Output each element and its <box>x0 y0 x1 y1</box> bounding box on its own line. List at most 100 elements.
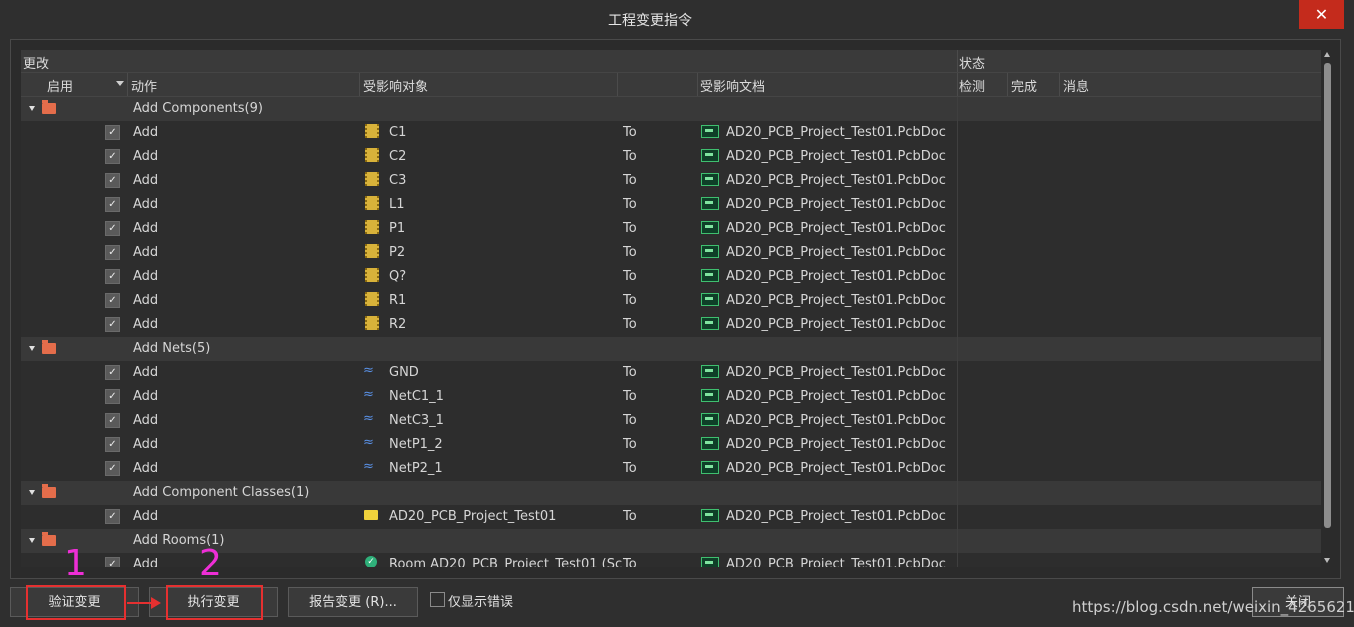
column-divider <box>127 73 128 96</box>
enable-checkbox[interactable]: ✓ <box>105 317 120 332</box>
to-text: To <box>623 269 637 284</box>
column-header-affected-document[interactable]: 受影响文档 <box>700 76 765 95</box>
pcb-document-icon <box>701 365 719 378</box>
change-row[interactable]: ✓ Add P2 To AD20_PCB_Project_Test01.PcbDoc <box>21 241 1321 265</box>
change-row[interactable]: ✓ Add ≈ GND To AD20_PCB_Project_Test01.PcbDoc <box>21 361 1321 385</box>
enable-checkbox[interactable]: ✓ <box>105 149 120 164</box>
change-row[interactable]: ✓ Add AD20_PCB_Project_Test01 To AD20_PCB_Pr… <box>21 505 1321 529</box>
action-text: Add <box>133 197 159 212</box>
column-header-enable[interactable]: 启用 <box>47 76 73 95</box>
column-header-row: 启用 动作 受影响对象 受影响文档 检测 完成 消息 <box>21 73 1321 97</box>
enable-checkbox[interactable]: ✓ <box>105 413 120 428</box>
component-icon <box>365 124 379 138</box>
component-icon <box>365 148 379 162</box>
affected-document-text: AD20_PCB_Project_Test01.PcbDoc <box>726 149 946 164</box>
sort-down-icon[interactable] <box>116 81 124 86</box>
scroll-down-icon[interactable] <box>1324 558 1330 563</box>
column-header-check[interactable]: 检测 <box>959 76 985 95</box>
affected-object-text: AD20_PCB_Project_Test01 <box>389 509 557 524</box>
group-header-row: 更改 状态 <box>21 50 1321 73</box>
affected-object-text: NetC1_1 <box>389 389 444 404</box>
column-header-action[interactable]: 动作 <box>131 76 157 95</box>
change-row[interactable]: ✓ Add ≈ NetP2_1 To AD20_PCB_Project_Test01.Pc… <box>21 457 1321 481</box>
column-divider <box>957 289 958 313</box>
enable-checkbox[interactable]: ✓ <box>105 173 120 188</box>
pcb-document-icon <box>701 317 719 330</box>
enable-checkbox[interactable]: ✓ <box>105 197 120 212</box>
change-row[interactable]: ✓ Add P1 To AD20_PCB_Project_Test01.PcbDoc <box>21 217 1321 241</box>
enable-checkbox[interactable]: ✓ <box>105 365 120 380</box>
column-divider <box>957 50 958 72</box>
collapse-triangle-icon[interactable] <box>29 490 35 495</box>
enable-checkbox[interactable]: ✓ <box>105 509 120 524</box>
column-divider <box>957 361 958 385</box>
collapse-triangle-icon[interactable] <box>29 346 35 351</box>
column-divider <box>957 481 958 505</box>
change-row[interactable]: ✓ Add ≈ NetC1_1 To AD20_PCB_Project_Test01.Pc… <box>21 385 1321 409</box>
report-changes-button[interactable]: 报告变更 (R)... <box>288 587 418 617</box>
enable-checkbox[interactable]: ✓ <box>105 557 120 567</box>
vertical-scrollbar[interactable] <box>1322 50 1333 566</box>
only-show-errors-checkbox[interactable] <box>430 592 445 607</box>
group-label: Add Components(9) <box>133 101 263 116</box>
column-divider <box>617 73 618 96</box>
affected-object-text: P2 <box>389 245 406 260</box>
header-changes: 更改 <box>23 57 50 72</box>
highlight-box <box>26 585 126 620</box>
column-divider <box>957 433 958 457</box>
change-row[interactable]: ✓ Add L1 To AD20_PCB_Project_Test01.PcbDoc <box>21 193 1321 217</box>
column-header-message[interactable]: 消息 <box>1063 76 1089 95</box>
column-divider <box>957 193 958 217</box>
scroll-up-icon[interactable] <box>1324 52 1330 57</box>
step-number: 2 <box>199 543 222 584</box>
action-text: Add <box>133 437 159 452</box>
column-divider <box>957 73 958 96</box>
enable-checkbox[interactable]: ✓ <box>105 389 120 404</box>
group-label: Add Component Classes(1) <box>133 485 310 500</box>
affected-object-text: R1 <box>389 293 407 308</box>
change-row[interactable]: ✓ Add ≈ NetP1_2 To AD20_PCB_Project_Test01.Pc… <box>21 433 1321 457</box>
column-header-affected-object[interactable]: 受影响对象 <box>363 76 428 95</box>
column-divider <box>359 73 360 96</box>
group-row[interactable]: Add Component Classes(1) <box>21 481 1321 505</box>
pcb-document-icon <box>701 509 719 522</box>
collapse-triangle-icon[interactable] <box>29 106 35 111</box>
to-text: To <box>623 197 637 212</box>
enable-checkbox[interactable]: ✓ <box>105 245 120 260</box>
change-row[interactable]: ✓ Add C2 To AD20_PCB_Project_Test01.PcbDoc <box>21 145 1321 169</box>
affected-object-text: C2 <box>389 149 407 164</box>
column-divider <box>957 169 958 193</box>
enable-checkbox[interactable]: ✓ <box>105 125 120 140</box>
enable-checkbox[interactable]: ✓ <box>105 437 120 452</box>
action-text: Add <box>133 221 159 236</box>
action-text: Add <box>133 149 159 164</box>
enable-checkbox[interactable]: ✓ <box>105 221 120 236</box>
column-divider <box>957 265 958 289</box>
enable-checkbox[interactable]: ✓ <box>105 269 120 284</box>
affected-object-text: Q? <box>389 269 407 284</box>
enable-checkbox[interactable]: ✓ <box>105 461 120 476</box>
group-row[interactable]: Add Components(9) <box>21 97 1321 121</box>
change-row[interactable]: ✓ Add C1 To AD20_PCB_Project_Test01.PcbDoc <box>21 121 1321 145</box>
change-row[interactable]: ✓ Add ≈ NetC3_1 To AD20_PCB_Project_Test01.Pc… <box>21 409 1321 433</box>
scroll-thumb[interactable] <box>1324 63 1331 528</box>
change-row[interactable]: ✓ Add R2 To AD20_PCB_Project_Test01.PcbDoc <box>21 313 1321 337</box>
net-icon: ≈ <box>363 459 374 474</box>
change-row[interactable]: ✓ Add R1 To AD20_PCB_Project_Test01.PcbDoc <box>21 289 1321 313</box>
enable-checkbox[interactable]: ✓ <box>105 293 120 308</box>
column-divider <box>957 241 958 265</box>
column-header-done[interactable]: 完成 <box>1011 76 1037 95</box>
change-row[interactable]: ✓ Add Q? To AD20_PCB_Project_Test01.PcbDoc <box>21 265 1321 289</box>
affected-document-text: AD20_PCB_Project_Test01.PcbDoc <box>726 461 946 476</box>
pcb-document-icon <box>701 437 719 450</box>
window-close-button[interactable]: ✕ <box>1299 0 1344 29</box>
to-text: To <box>623 317 637 332</box>
column-divider <box>1059 73 1060 96</box>
collapse-triangle-icon[interactable] <box>29 538 35 543</box>
change-row[interactable]: ✓ Add C3 To AD20_PCB_Project_Test01.PcbDoc <box>21 169 1321 193</box>
arrow-line <box>127 602 153 604</box>
affected-object-text: L1 <box>389 197 405 212</box>
component-icon <box>365 316 379 330</box>
group-row[interactable]: Add Nets(5) <box>21 337 1321 361</box>
net-icon: ≈ <box>363 411 374 426</box>
